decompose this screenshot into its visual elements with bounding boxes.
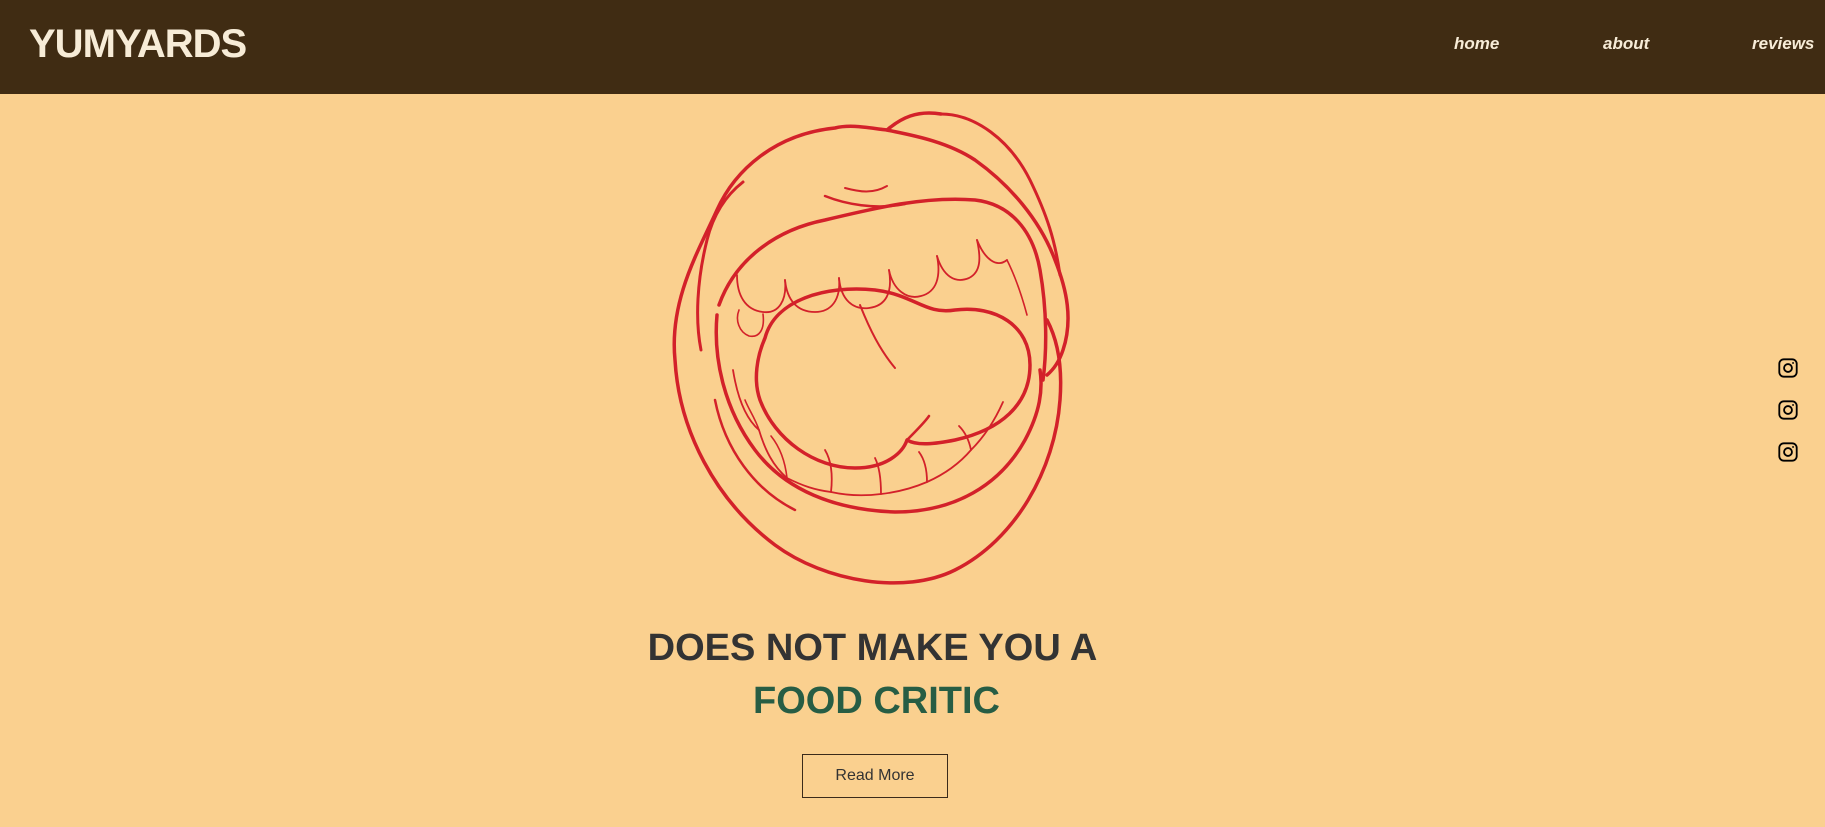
read-more-button[interactable]: Read More: [802, 754, 948, 798]
site-logo[interactable]: YUMYARDS: [29, 20, 247, 68]
hero-headline-line2: FOOD CRITIC: [753, 680, 1000, 722]
instagram-icon[interactable]: [1777, 399, 1799, 421]
instagram-icon[interactable]: [1777, 441, 1799, 463]
nav-link-home[interactable]: home: [1454, 34, 1499, 54]
site-header: YUMYARDS home about reviews: [0, 0, 1825, 94]
instagram-icon[interactable]: [1777, 357, 1799, 379]
nav-link-about[interactable]: about: [1603, 34, 1649, 54]
open-mouth-illustration: [672, 111, 1070, 585]
hero-headline-line1: DOES NOT MAKE YOU A: [647, 627, 1098, 669]
nav-link-reviews[interactable]: reviews: [1752, 34, 1814, 54]
